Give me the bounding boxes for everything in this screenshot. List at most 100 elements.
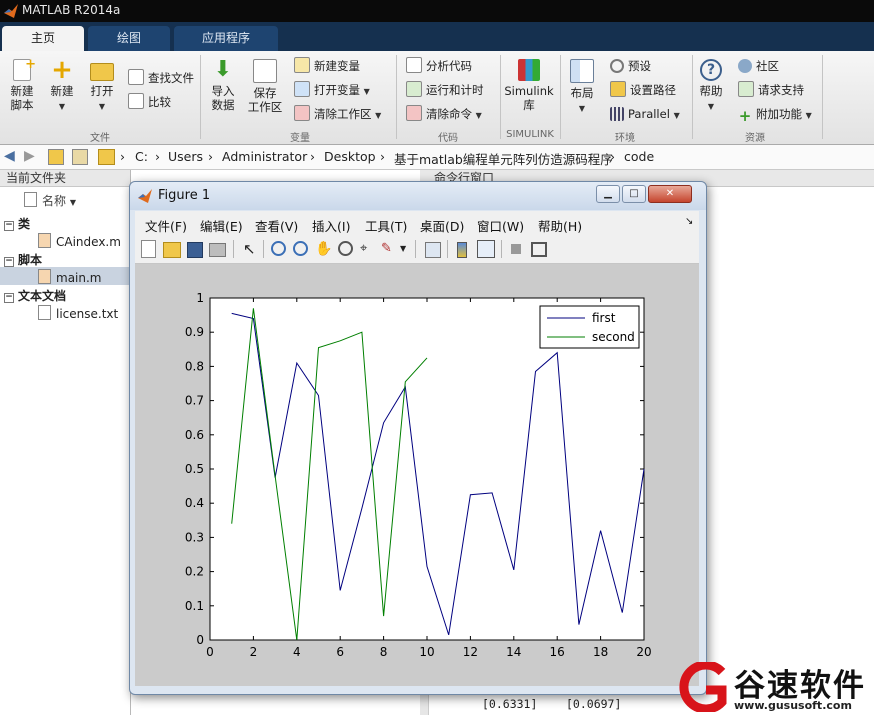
- zoom-out-icon[interactable]: [293, 241, 308, 256]
- figure-window[interactable]: Figure 1 ▁ □ ✕ 文件(F) 编辑(E) 查看(V) 插入(I) 工…: [129, 181, 707, 695]
- menu-view[interactable]: 查看(V): [255, 216, 298, 235]
- request-support-button[interactable]: 请求支持: [738, 81, 804, 99]
- set-path-button[interactable]: 设置路径: [610, 81, 676, 99]
- current-folder-panel: 当前文件夹 名称 ▼ − 类 CAindex.m − 脚本 main.m − 文本文档…: [0, 170, 131, 715]
- save-icon[interactable]: [187, 242, 203, 258]
- community-label: 社区: [756, 59, 779, 73]
- layout-button[interactable]: 布局 ▼: [564, 59, 600, 116]
- forward-arrow-icon[interactable]: ▶: [24, 148, 35, 164]
- legend-icon[interactable]: [477, 240, 495, 258]
- x-tick-label: 2: [250, 645, 258, 659]
- folder-icon: [98, 149, 115, 165]
- legend[interactable]: first second: [539, 305, 640, 349]
- hide-plot-tools-icon[interactable]: [511, 244, 521, 254]
- preferences-button[interactable]: 预设: [610, 57, 651, 75]
- minimize-button[interactable]: ▁: [596, 185, 620, 203]
- new-script-button[interactable]: + 新建 脚本: [4, 58, 40, 113]
- breadcrumb-item[interactable]: Users: [168, 149, 203, 164]
- save-ws-label-1: 保存: [253, 86, 277, 100]
- file-name: license.txt: [56, 307, 119, 321]
- tree-group-class[interactable]: − 类: [4, 215, 30, 232]
- x-tick-label: 0: [206, 645, 214, 659]
- brush-icon[interactable]: ✎: [381, 240, 399, 258]
- collapse-icon[interactable]: −: [4, 293, 14, 303]
- save-workspace-button[interactable]: 保存 工作区: [244, 59, 286, 114]
- figure-title-bar[interactable]: Figure 1 ▁ □ ✕: [130, 182, 706, 210]
- breadcrumb-item[interactable]: C:: [135, 149, 148, 164]
- menu-help[interactable]: 帮助(H): [538, 216, 582, 235]
- add-ons-button[interactable]: + 附加功能 ▼: [738, 105, 812, 124]
- simulink-library-button[interactable]: Simulink 库: [503, 59, 555, 112]
- group-env-label: 环境: [615, 133, 635, 144]
- menu-window[interactable]: 窗口(W): [477, 216, 524, 235]
- menu-edit[interactable]: 编辑(E): [200, 216, 243, 235]
- pointer-icon[interactable]: ↖: [243, 240, 261, 258]
- print-icon[interactable]: [209, 243, 226, 257]
- open-file-icon[interactable]: [163, 242, 181, 258]
- file-item[interactable]: main.m: [38, 269, 102, 285]
- x-tick-label: 12: [463, 645, 478, 659]
- menu-file[interactable]: 文件(F): [145, 216, 187, 235]
- menu-dock-arrow-icon[interactable]: ↘: [685, 216, 693, 227]
- tab-plots[interactable]: 绘图: [88, 26, 170, 51]
- tab-home[interactable]: 主页: [2, 26, 84, 51]
- analyze-code-icon: [406, 57, 422, 73]
- toolbar-divider: [233, 240, 234, 258]
- breadcrumb-item[interactable]: Administrator: [222, 149, 307, 164]
- up-folder-icon[interactable]: [48, 149, 64, 165]
- collapse-icon[interactable]: −: [4, 221, 14, 231]
- collapse-icon[interactable]: −: [4, 257, 14, 267]
- menu-insert[interactable]: 插入(I): [312, 216, 350, 235]
- run-and-time-button[interactable]: 运行和计时: [406, 81, 484, 99]
- compare-button[interactable]: 比较: [128, 93, 171, 111]
- breadcrumb-item[interactable]: Desktop: [324, 149, 376, 164]
- find-files-button[interactable]: 查找文件: [128, 69, 194, 87]
- tree-group-script[interactable]: − 脚本: [4, 251, 42, 268]
- sort-arrow-icon: ▼: [69, 198, 76, 207]
- file-item[interactable]: license.txt: [38, 305, 118, 321]
- open-label: 打开: [90, 84, 114, 98]
- open-button[interactable]: 打开 ▼: [84, 59, 120, 114]
- tab-apps[interactable]: 应用程序: [174, 26, 278, 51]
- x-tick-label: 4: [293, 645, 301, 659]
- browse-folder-icon[interactable]: [72, 149, 88, 165]
- current-folder-title: 当前文件夹: [0, 170, 130, 187]
- open-variable-button[interactable]: 打开变量 ▼: [294, 81, 370, 99]
- pan-hand-icon[interactable]: ✋: [315, 240, 333, 258]
- import-arrow-icon: ⬇: [213, 57, 233, 82]
- maximize-button[interactable]: □: [622, 185, 646, 203]
- name-column-label: 名称: [42, 194, 67, 208]
- set-path-icon: [610, 81, 626, 97]
- colorbar-icon[interactable]: [457, 242, 467, 258]
- close-button[interactable]: ✕: [648, 185, 692, 203]
- import-data-button[interactable]: ⬇ 导入 数据: [206, 57, 240, 113]
- breadcrumb-item[interactable]: code: [624, 149, 654, 164]
- ribbon-tab-strip: 主页 绘图 应用程序: [0, 22, 874, 51]
- data-cursor-icon[interactable]: ⌖: [360, 240, 378, 258]
- new-button[interactable]: + 新建 ▼: [44, 57, 80, 114]
- menu-desktop[interactable]: 桌面(D): [420, 216, 464, 235]
- analyze-code-button[interactable]: 分析代码: [406, 57, 472, 75]
- new-variable-button[interactable]: 新建变量: [294, 57, 360, 75]
- zoom-in-icon[interactable]: [271, 241, 286, 256]
- rotate-3d-icon[interactable]: [338, 241, 353, 256]
- name-column-header[interactable]: 名称 ▼: [24, 192, 76, 209]
- show-plot-tools-icon[interactable]: [531, 242, 547, 257]
- help-button[interactable]: ? 帮助 ▼: [694, 59, 728, 114]
- breadcrumb-item[interactable]: 基于matlab编程单元阵列仿造源码程序: [394, 149, 613, 168]
- back-arrow-icon[interactable]: ◀: [4, 148, 15, 164]
- clear-workspace-button[interactable]: 清除工作区 ▼: [294, 105, 381, 123]
- chevron-down-icon: ▼: [475, 111, 482, 120]
- menu-tools[interactable]: 工具(T): [365, 216, 407, 235]
- link-plot-icon[interactable]: [425, 242, 441, 258]
- analyze-code-label: 分析代码: [426, 59, 472, 73]
- legend-label-first: first: [592, 311, 616, 325]
- tree-group-text[interactable]: − 文本文档: [4, 287, 66, 304]
- community-button[interactable]: 社区: [738, 57, 779, 75]
- parallel-button[interactable]: Parallel ▼: [610, 105, 680, 123]
- clear-commands-button[interactable]: 清除命令 ▼: [406, 105, 482, 123]
- line-chart[interactable]: 0 2 4 6 8 10 12 14 16 18 20 0 0.1 0.2 0.3 0.4 0.5 0.6 0.7 0…: [135, 264, 699, 686]
- file-item[interactable]: CAindex.m: [38, 233, 121, 249]
- new-figure-icon[interactable]: [141, 240, 156, 258]
- y-tick-label: 0.4: [185, 496, 204, 510]
